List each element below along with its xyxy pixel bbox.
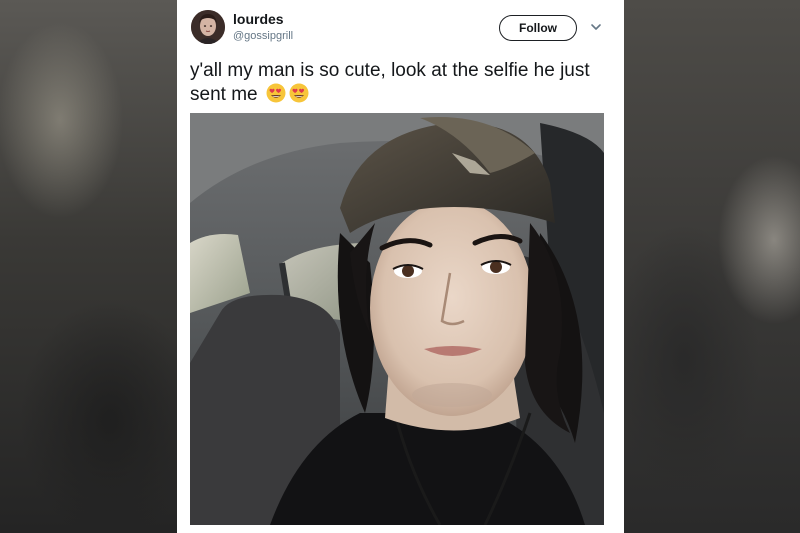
- tweet-text: y'all my man is so cute, look at the sel…: [190, 60, 590, 105]
- tweet-photo[interactable]: [190, 113, 604, 525]
- follow-button[interactable]: Follow: [499, 15, 577, 41]
- avatar[interactable]: [191, 10, 225, 44]
- blurred-background-right: [624, 0, 800, 533]
- tweet-text-container: y'all my man is so cute, look at the sel…: [190, 59, 610, 107]
- heart-eyes-emoji: [289, 83, 309, 103]
- author-handle[interactable]: @gossipgrill: [233, 30, 293, 42]
- heart-eyes-emoji: [266, 83, 286, 103]
- author-name[interactable]: lourdes: [233, 11, 284, 27]
- screenshot-canvas: lourdes @gossipgrill Follow y'all my man…: [0, 0, 800, 533]
- blurred-background-left: [0, 0, 180, 533]
- selfie-image: [190, 113, 604, 525]
- tweet-card: lourdes @gossipgrill Follow y'all my man…: [177, 0, 624, 533]
- chevron-down-icon[interactable]: [590, 21, 602, 33]
